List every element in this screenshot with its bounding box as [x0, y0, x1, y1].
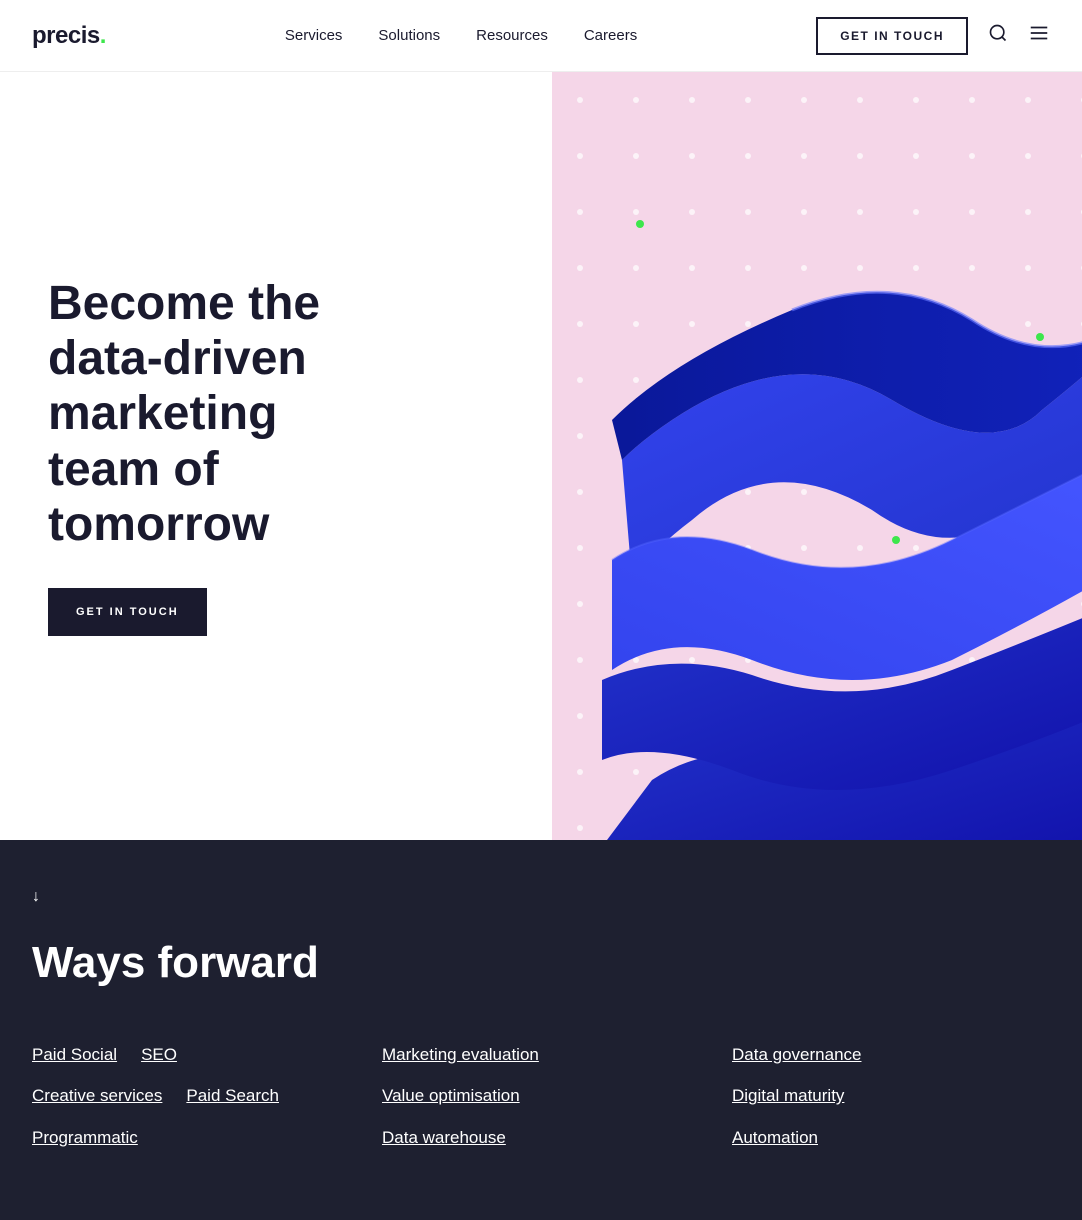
nav-solutions[interactable]: Solutions: [378, 27, 440, 44]
hero-cta-button[interactable]: GET IN TOUCH: [48, 588, 207, 636]
service-seo[interactable]: SEO: [141, 1036, 177, 1073]
nav-careers[interactable]: Careers: [584, 27, 637, 44]
service-paid-social[interactable]: Paid Social: [32, 1036, 117, 1073]
service-row-1-3: Programmatic: [32, 1119, 350, 1156]
logo[interactable]: precis.: [32, 22, 106, 50]
services-grid: Paid Social SEO Creative services Paid S…: [32, 1036, 1050, 1160]
service-digital-maturity[interactable]: Digital maturity: [732, 1077, 844, 1114]
service-row-2-3: Data warehouse: [382, 1119, 700, 1156]
search-icon[interactable]: [988, 23, 1008, 48]
service-row-3-1: Data governance: [732, 1036, 1050, 1073]
ways-forward-section: ↓ Ways forward Paid Social SEO Creative …: [0, 840, 1082, 1220]
service-row-3-2: Digital maturity: [732, 1077, 1050, 1114]
service-row-3-3: Automation: [732, 1119, 1050, 1156]
main-nav: Services Solutions Resources Careers: [285, 27, 637, 44]
header-right: GET IN TOUCH: [816, 17, 1050, 55]
hero-ribbon-graphic: [592, 260, 1082, 840]
service-paid-search[interactable]: Paid Search: [186, 1077, 279, 1114]
service-automation[interactable]: Automation: [732, 1119, 818, 1156]
service-marketing-evaluation[interactable]: Marketing evaluation: [382, 1036, 539, 1073]
hero-image-area: [552, 72, 1082, 840]
logo-text: precis.: [32, 22, 106, 49]
header-cta-button[interactable]: GET IN TOUCH: [816, 17, 968, 55]
scroll-down-arrow[interactable]: ↓: [32, 888, 1050, 906]
site-header: precis. Services Solutions Resources Car…: [0, 0, 1082, 72]
hamburger-menu-icon[interactable]: [1028, 22, 1050, 49]
hero-title: Become the data-driven marketing team of…: [48, 276, 368, 552]
service-creative-services[interactable]: Creative services: [32, 1077, 162, 1114]
service-programmatic[interactable]: Programmatic: [32, 1119, 138, 1156]
services-col-1: Paid Social SEO Creative services Paid S…: [32, 1036, 350, 1160]
nav-services[interactable]: Services: [285, 27, 343, 44]
services-col-3: Data governance Digital maturity Automat…: [732, 1036, 1050, 1160]
nav-resources[interactable]: Resources: [476, 27, 548, 44]
service-data-governance[interactable]: Data governance: [732, 1036, 861, 1073]
service-row-1-1: Paid Social SEO: [32, 1036, 350, 1073]
service-row-2-2: Value optimisation: [382, 1077, 700, 1114]
services-col-2: Marketing evaluation Value optimisation …: [382, 1036, 700, 1160]
hero-section: Become the data-driven marketing team of…: [0, 72, 1082, 840]
service-data-warehouse[interactable]: Data warehouse: [382, 1119, 506, 1156]
service-value-optimisation[interactable]: Value optimisation: [382, 1077, 520, 1114]
service-row-1-2: Creative services Paid Search: [32, 1077, 350, 1114]
service-row-2-1: Marketing evaluation: [382, 1036, 700, 1073]
hero-left: Become the data-driven marketing team of…: [0, 72, 552, 840]
ways-forward-title: Ways forward: [32, 938, 1050, 988]
